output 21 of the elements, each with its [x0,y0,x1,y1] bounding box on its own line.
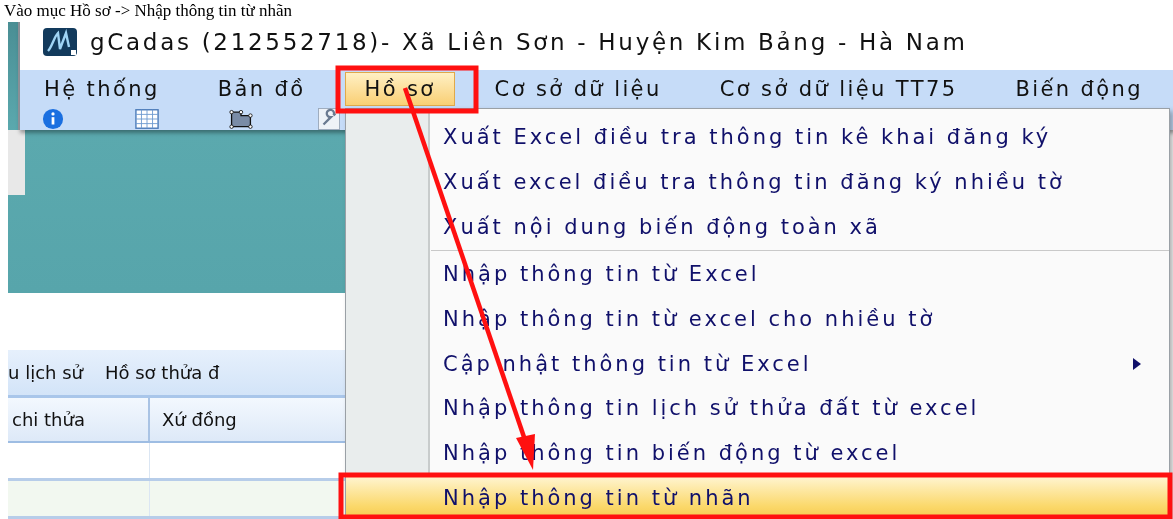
menu-item[interactable]: Cơ sở dữ liệu TT75 [701,73,976,105]
app-logo-icon [42,27,78,57]
tab[interactable]: u lịch sử [8,361,83,383]
info-icon[interactable] [41,108,65,130]
caption-text: Vào mục Hồ sơ -> Nhập thông tin từ nhãn [3,0,293,22]
menu-item[interactable]: Nhập thông tin lịch sử thửa đất từ excel [346,386,1169,431]
menu-item[interactable]: Cập nhật thông tin từ Excel [346,341,1169,387]
menu-item[interactable]: Bản đồ [199,73,324,105]
menu-item[interactable]: Hệ thống [26,73,178,105]
menu-item[interactable]: Hồ sơ [345,72,455,106]
column-header[interactable]: Xứ đồng [150,397,345,441]
side-panel [8,130,25,195]
window-title: gCadas (212552718)- Xã Liên Sơn - Huyện Kim Bảng - Hà Nam [90,29,968,55]
polygon-icon[interactable] [229,108,253,130]
menu-item[interactable]: Xuất Excel điều tra thông tin kê khai đăng ký [346,115,1169,160]
menu-item[interactable]: Xuất excel điều tra thông tin đăng ký nhiều tờ [346,159,1169,205]
menu-item[interactable]: Biến động [997,73,1161,105]
tab[interactable]: Hồ sơ thửa đ [104,361,220,383]
menu-item[interactable]: Cơ sở dữ liệu [476,73,680,105]
column-header[interactable]: chi thửa [8,397,150,441]
table-icon[interactable] [135,108,159,130]
